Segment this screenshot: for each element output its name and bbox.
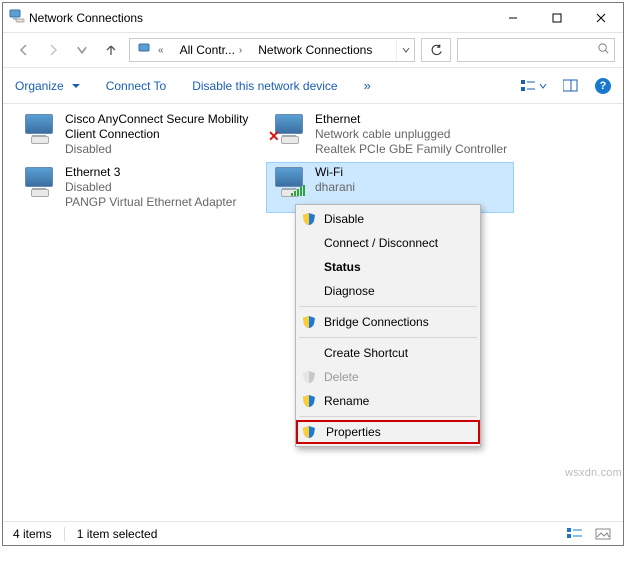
search-icon (597, 42, 610, 58)
address-bar[interactable]: « All Contr... › Network Connections (129, 38, 415, 62)
adapter-icon (269, 165, 309, 197)
adapter-status: Disabled (65, 142, 261, 157)
connect-to-button[interactable]: Connect To (106, 79, 167, 93)
toolbar-overflow[interactable]: » (364, 78, 371, 93)
adapter-icon (19, 165, 59, 197)
adapter-status: Network cable unplugged (315, 127, 507, 142)
back-button[interactable] (11, 38, 36, 62)
signal-icon (291, 185, 305, 196)
menu-label: Delete (324, 370, 359, 384)
close-button[interactable] (579, 3, 623, 32)
icons-view-button[interactable] (593, 526, 613, 542)
adapter-device: Realtek PCIe GbE Family Controller (315, 142, 507, 157)
breadcrumb-control-panel[interactable]: All Contr... › (172, 39, 251, 61)
menu-label: Create Shortcut (324, 346, 408, 360)
menu-properties[interactable]: Properties (296, 420, 480, 444)
menu-label: Disable (324, 212, 364, 226)
search-input[interactable] (457, 38, 615, 62)
menu-label: Diagnose (324, 284, 375, 298)
address-row: « All Contr... › Network Connections (3, 33, 623, 68)
menu-rename[interactable]: Rename (298, 389, 478, 413)
adapter-ethernet[interactable]: ✕ Ethernet Network cable unplugged Realt… (266, 109, 514, 160)
organize-menu[interactable]: Organize (15, 79, 80, 93)
shield-icon (302, 425, 316, 439)
adapter-name: Ethernet (315, 112, 507, 127)
adapter-name: Ethernet 3 (65, 165, 236, 180)
breadcrumb-label: All Contr... (180, 43, 235, 57)
menu-label: Connect / Disconnect (324, 236, 438, 250)
menu-separator (299, 306, 477, 307)
item-count: 4 items (13, 527, 52, 541)
address-dropdown[interactable] (396, 39, 414, 61)
details-view-button[interactable] (565, 526, 585, 542)
context-menu: Disable Connect / Disconnect Status Diag… (295, 204, 481, 447)
preview-pane-button[interactable] (563, 79, 579, 93)
adapter-status: dharani (315, 180, 355, 195)
shield-icon (302, 212, 316, 226)
menu-status[interactable]: Status (298, 255, 478, 279)
window-title-wrap: Network Connections (9, 8, 143, 27)
chevrons-icon: » (364, 78, 371, 93)
unplugged-icon: ✕ (268, 128, 280, 145)
menu-separator (299, 416, 477, 417)
adapter-name: Wi-Fi (315, 165, 355, 180)
forward-button[interactable] (40, 38, 65, 62)
selection-count: 1 item selected (77, 527, 158, 541)
disable-label: Disable this network device (192, 79, 337, 93)
menu-separator (299, 337, 477, 338)
adapter-ethernet-3[interactable]: Ethernet 3 Disabled PANGP Virtual Ethern… (16, 162, 264, 213)
menu-create-shortcut[interactable]: Create Shortcut (298, 341, 478, 365)
minimize-button[interactable] (491, 3, 535, 32)
disable-device-button[interactable]: Disable this network device (192, 79, 337, 93)
adapter-status: Disabled (65, 180, 236, 195)
shield-icon (302, 394, 316, 408)
status-bar: 4 items 1 item selected (3, 521, 623, 545)
menu-label: Bridge Connections (324, 315, 429, 329)
adapter-icon (19, 112, 59, 144)
watermark: wsxdn.com (565, 467, 622, 479)
menu-label: Status (324, 260, 361, 274)
menu-label: Rename (324, 394, 369, 408)
up-button[interactable] (98, 38, 123, 62)
shield-icon (302, 370, 316, 384)
maximize-button[interactable] (535, 3, 579, 32)
address-icon[interactable]: « (130, 39, 172, 61)
window-title: Network Connections (29, 11, 143, 25)
adapter-cisco-anyconnect[interactable]: Cisco AnyConnect Secure Mobility Client … (16, 109, 264, 160)
adapter-device: PANGP Virtual Ethernet Adapter (65, 195, 236, 210)
menu-label: Properties (326, 425, 381, 439)
menu-diagnose[interactable]: Diagnose (298, 279, 478, 303)
breadcrumb-network-connections[interactable]: Network Connections (250, 39, 380, 61)
shield-icon (302, 315, 316, 329)
adapter-icon: ✕ (269, 112, 309, 144)
menu-bridge-connections[interactable]: Bridge Connections (298, 310, 478, 334)
organize-label: Organize (15, 79, 64, 93)
divider (64, 527, 65, 541)
titlebar: Network Connections (3, 3, 623, 33)
refresh-button[interactable] (421, 38, 451, 62)
view-options-button[interactable] (521, 79, 547, 93)
breadcrumb-label: Network Connections (258, 43, 372, 57)
menu-delete: Delete (298, 365, 478, 389)
recent-dropdown[interactable] (69, 38, 94, 62)
help-button[interactable]: ? (595, 78, 611, 94)
connect-to-label: Connect To (106, 79, 167, 93)
chevron-right-icon: › (239, 45, 242, 56)
adapter-name: Cisco AnyConnect Secure Mobility Client … (65, 112, 261, 142)
menu-disable[interactable]: Disable (298, 207, 478, 231)
menu-connect-disconnect[interactable]: Connect / Disconnect (298, 231, 478, 255)
toolbar: Organize Connect To Disable this network… (3, 68, 623, 104)
window-frame: Network Connections « All Contr... › (2, 2, 624, 546)
network-connections-icon (9, 8, 25, 27)
chevron-right-icon: « (158, 45, 164, 56)
